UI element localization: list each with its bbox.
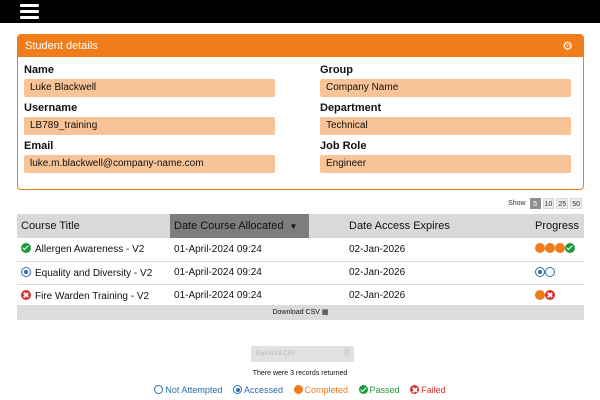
progress-header-label: Progress [535, 220, 580, 232]
table-header-row: Course Title Date Course Allocated ▼ Date… [17, 214, 584, 238]
sort-descending-icon: ▼ [289, 222, 298, 231]
legend-completed: Completed [293, 385, 349, 395]
page-size-option-50[interactable]: 50 [570, 198, 582, 209]
completed-icon [535, 289, 545, 300]
passed-icon [565, 243, 575, 254]
page-size-selector: Show 5 10 25 50 [508, 198, 582, 209]
group-label: Group [320, 64, 353, 76]
table-row[interactable]: Equality and Diversity - V2 01-April-202… [17, 261, 584, 285]
download-csv-label: Download CSV [272, 309, 320, 316]
completed-icon [555, 243, 565, 254]
page-size-option-10[interactable]: 10 [542, 198, 555, 209]
failed-icon [545, 289, 555, 300]
course-title[interactable]: Fire Warden Training - V2 [35, 291, 149, 302]
date-allocated: 01-April-2024 09:24 [170, 238, 309, 262]
legend-passed-label: Passed [369, 385, 400, 395]
department-field: Technical [320, 117, 571, 135]
course-title[interactable]: Equality and Diversity - V2 [35, 268, 152, 279]
passed-icon [358, 385, 368, 394]
column-header-course-title[interactable]: Course Title [17, 214, 170, 238]
export-all-csv-button[interactable]: Export All CSV 🗎 [251, 346, 354, 362]
column-header-date-allocated[interactable]: Date Course Allocated ▼ [170, 214, 309, 238]
course-title[interactable]: Allergen Awareness - V2 [35, 244, 144, 255]
completed-icon [293, 385, 303, 394]
download-csv-button[interactable]: Download CSV ▦ [17, 305, 584, 320]
job-role-label: Job Role [320, 140, 367, 152]
table-row[interactable]: Fire Warden Training - V2 01-April-2024 … [17, 284, 584, 308]
progress-indicators [531, 284, 584, 308]
show-label: Show [508, 200, 526, 207]
date-expires: 02-Jan-2026 [309, 284, 531, 308]
course-title-header-label: Course Title [21, 220, 80, 232]
gear-icon[interactable]: ⚙ [562, 35, 573, 57]
date-allocated: 01-April-2024 09:24 [170, 261, 309, 285]
name-field: Luke Blackwell [24, 79, 275, 97]
page-size-option-25[interactable]: 25 [556, 198, 569, 209]
legend-completed-label: Completed [304, 385, 349, 395]
legend-not-attempted-label: Not Attempted [165, 385, 223, 395]
completed-icon [535, 243, 545, 254]
courses-table: Course Title Date Course Allocated ▼ Date… [17, 214, 584, 308]
accessed-status-icon [21, 266, 31, 277]
panel-header: Student details ⚙ [18, 35, 583, 57]
hamburger-menu-icon[interactable] [20, 4, 39, 19]
date-allocated: 01-April-2024 09:24 [170, 284, 309, 308]
document-icon: 🗎 [343, 349, 350, 358]
not-attempted-icon [545, 266, 555, 277]
department-label: Department [320, 102, 382, 114]
progress-indicators [531, 238, 584, 262]
legend-accessed: Accessed [232, 385, 283, 395]
spreadsheet-icon: ▦ [321, 309, 329, 316]
accessed-icon [535, 266, 545, 277]
username-field: LB789_training [24, 117, 275, 135]
status-legend: Not Attempted Accessed Completed Passed … [0, 385, 600, 395]
column-header-date-expires[interactable]: Date Access Expires [309, 214, 531, 238]
legend-failed: Failed [410, 385, 446, 395]
passed-status-icon [21, 243, 31, 254]
username-label: Username [24, 102, 78, 114]
date-expires: 02-Jan-2026 [309, 238, 531, 262]
email-field: luke.m.blackwell@company-name.com [24, 155, 275, 173]
group-field: Company Name [320, 79, 571, 97]
not-attempted-icon [154, 385, 164, 394]
failed-status-icon [21, 289, 31, 300]
date-expires-header-label: Date Access Expires [349, 220, 450, 232]
date-allocated-header-label: Date Course Allocated [174, 220, 284, 232]
progress-indicators [531, 261, 584, 285]
job-role-field: Engineer [320, 155, 571, 173]
records-count: There were 3 records returned [252, 370, 348, 377]
date-expires: 02-Jan-2026 [309, 261, 531, 285]
legend-failed-label: Failed [421, 385, 446, 395]
page-size-option-5[interactable]: 5 [529, 198, 541, 209]
failed-icon [410, 385, 420, 394]
legend-not-attempted: Not Attempted [154, 385, 222, 395]
completed-icon [545, 243, 555, 254]
table-row[interactable]: Allergen Awareness - V2 01-April-2024 09… [17, 238, 584, 262]
legend-passed: Passed [358, 385, 400, 395]
panel-title: Student details [25, 40, 98, 52]
name-label: Name [24, 64, 54, 76]
accessed-icon [232, 385, 242, 394]
top-bar [0, 0, 600, 23]
export-all-label: Export All CSV [256, 351, 296, 357]
legend-accessed-label: Accessed [243, 385, 283, 395]
column-header-progress[interactable]: Progress [531, 214, 584, 238]
email-label: Email [24, 140, 54, 152]
